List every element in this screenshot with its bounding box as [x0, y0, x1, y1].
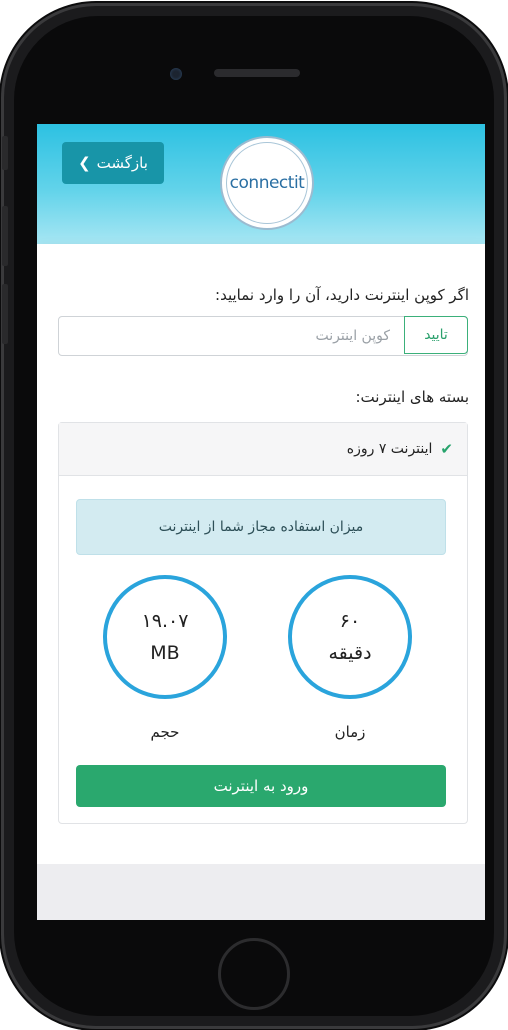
- coupon-input[interactable]: [59, 317, 404, 355]
- footer-area: [37, 864, 485, 920]
- back-button[interactable]: بازگشت ❯: [62, 142, 164, 184]
- volume-unit: MB: [150, 642, 180, 664]
- time-circle: ۶۰ دقیقه: [288, 575, 412, 699]
- logo-ring: [226, 142, 308, 224]
- chevron-right-icon: ❯: [78, 154, 91, 172]
- mute-switch: [2, 136, 8, 170]
- app-screen: بازگشت ❯ connectit اگر کوپن اینترنت داری…: [37, 124, 485, 920]
- volume-label: حجم: [150, 723, 180, 741]
- brand-logo: connectit: [220, 136, 314, 230]
- package-name: اینترنت ۷ روزه: [346, 441, 433, 457]
- volume-up-button: [2, 206, 8, 266]
- check-icon: ✔: [440, 440, 453, 458]
- header-banner: بازگشت ❯ connectit: [37, 124, 485, 244]
- confirm-coupon-button[interactable]: تایید: [404, 316, 468, 354]
- time-value: ۶۰: [339, 610, 361, 632]
- volume-circle: ۱۹.۰۷ MB: [103, 575, 227, 699]
- front-camera: [170, 68, 182, 80]
- volume-value: ۱۹.۰۷: [141, 610, 189, 632]
- time-unit: دقیقه: [328, 642, 372, 664]
- package-card: ✔ اینترنت ۷ روزه میزان استفاده مجاز شما …: [58, 422, 468, 824]
- time-label: زمان: [334, 723, 366, 741]
- home-button: [218, 938, 290, 1010]
- main-content: اگر کوپن اینترنت دارید، آن را وارد نمایی…: [37, 244, 485, 864]
- usage-info-box: میزان استفاده مجاز شما از اینترنت: [76, 499, 446, 555]
- coupon-prompt: اگر کوپن اینترنت دارید، آن را وارد نمایی…: [215, 286, 469, 304]
- earpiece-speaker: [214, 69, 300, 77]
- packages-heading: بسته های اینترنت:: [355, 388, 469, 406]
- back-button-label: بازگشت: [96, 154, 148, 172]
- package-card-header[interactable]: ✔ اینترنت ۷ روزه: [59, 423, 467, 476]
- internet-login-button[interactable]: ورود به اینترنت: [76, 765, 446, 807]
- coupon-input-group: تایید: [58, 316, 468, 356]
- volume-down-button: [2, 284, 8, 344]
